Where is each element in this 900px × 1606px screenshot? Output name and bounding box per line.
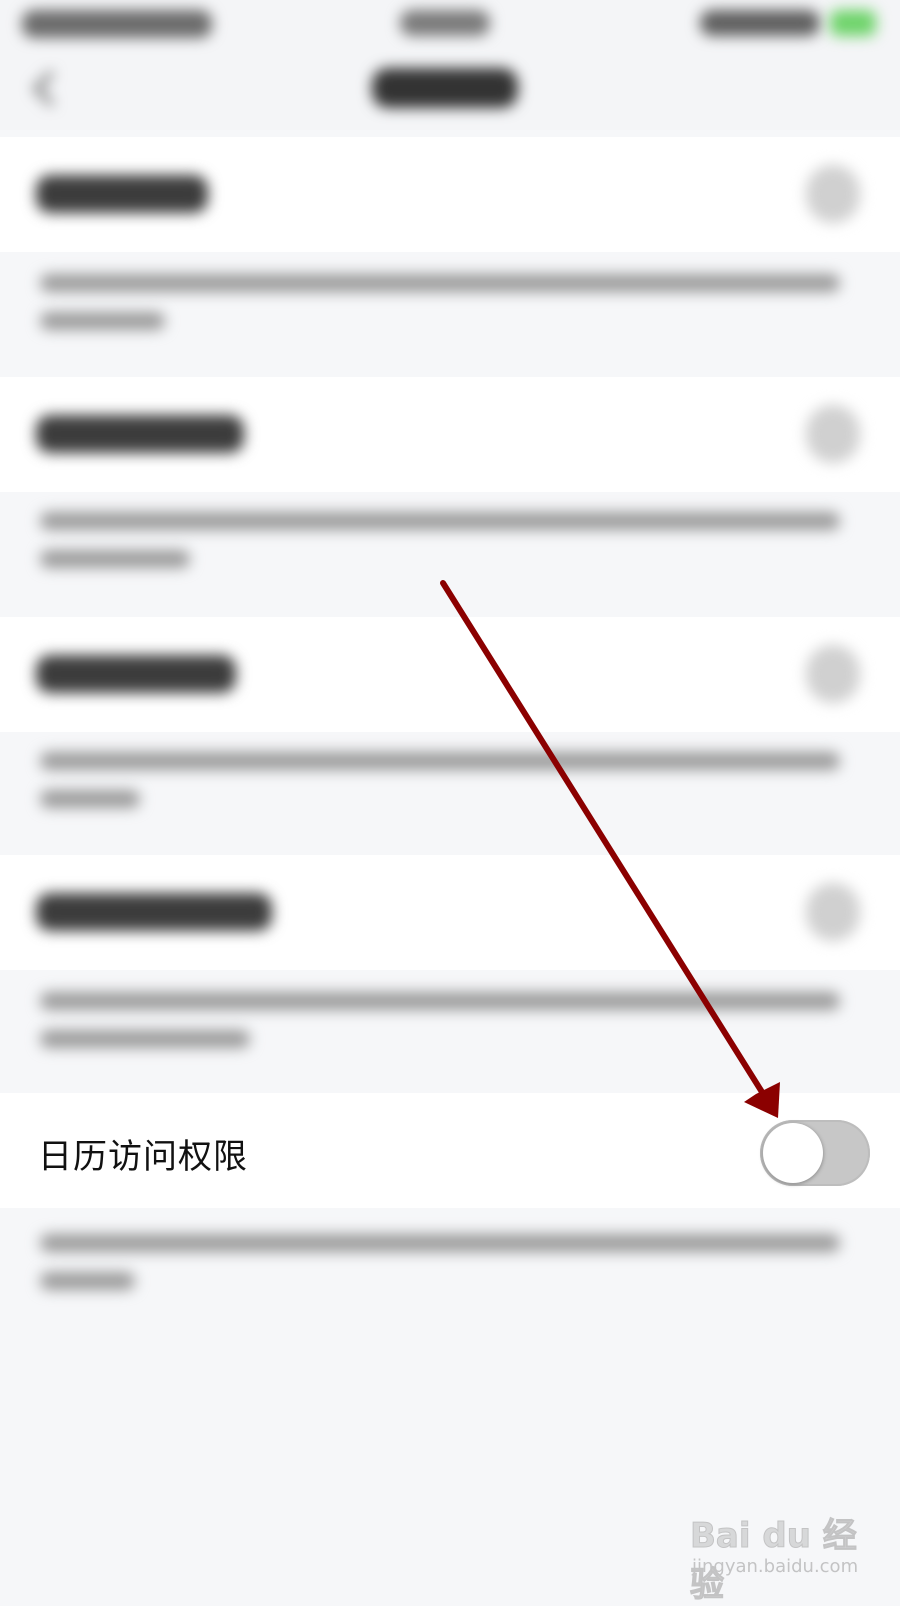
row-label-blurred: [36, 655, 236, 693]
status-bar: [0, 0, 900, 130]
back-arrow-icon[interactable]: [30, 72, 58, 108]
settings-row-blurred[interactable]: [0, 137, 900, 252]
row-toggle-blurred[interactable]: [806, 883, 860, 941]
watermark-url: jingyan.baidu.com: [692, 1556, 859, 1577]
settings-row-blurred[interactable]: [0, 617, 900, 732]
row-toggle-blurred[interactable]: [806, 405, 860, 463]
row-label-blurred: [36, 893, 272, 931]
status-bar-carrier-blurred: [22, 10, 212, 38]
calendar-permission-label: 日历访问权限: [38, 1137, 248, 1177]
settings-row-blurred[interactable]: [0, 855, 900, 970]
row-label-blurred: [36, 415, 244, 453]
row-toggle-blurred[interactable]: [806, 165, 860, 223]
row-toggle-blurred[interactable]: [806, 645, 860, 703]
page-title-blurred: [372, 68, 518, 108]
status-bar-time-blurred: [400, 10, 490, 36]
battery-icon: [830, 10, 876, 36]
calendar-permission-toggle[interactable]: [760, 1120, 870, 1186]
row-label-blurred: [36, 175, 208, 213]
baidu-jingyan-watermark: Bai du 经验 jingyan.baidu.com: [690, 1500, 890, 1606]
calendar-permission-row[interactable]: 日历访问权限: [0, 1093, 900, 1208]
status-bar-indicators-blurred: [700, 10, 820, 36]
toggle-knob: [763, 1123, 823, 1183]
settings-row-blurred[interactable]: [0, 377, 900, 492]
